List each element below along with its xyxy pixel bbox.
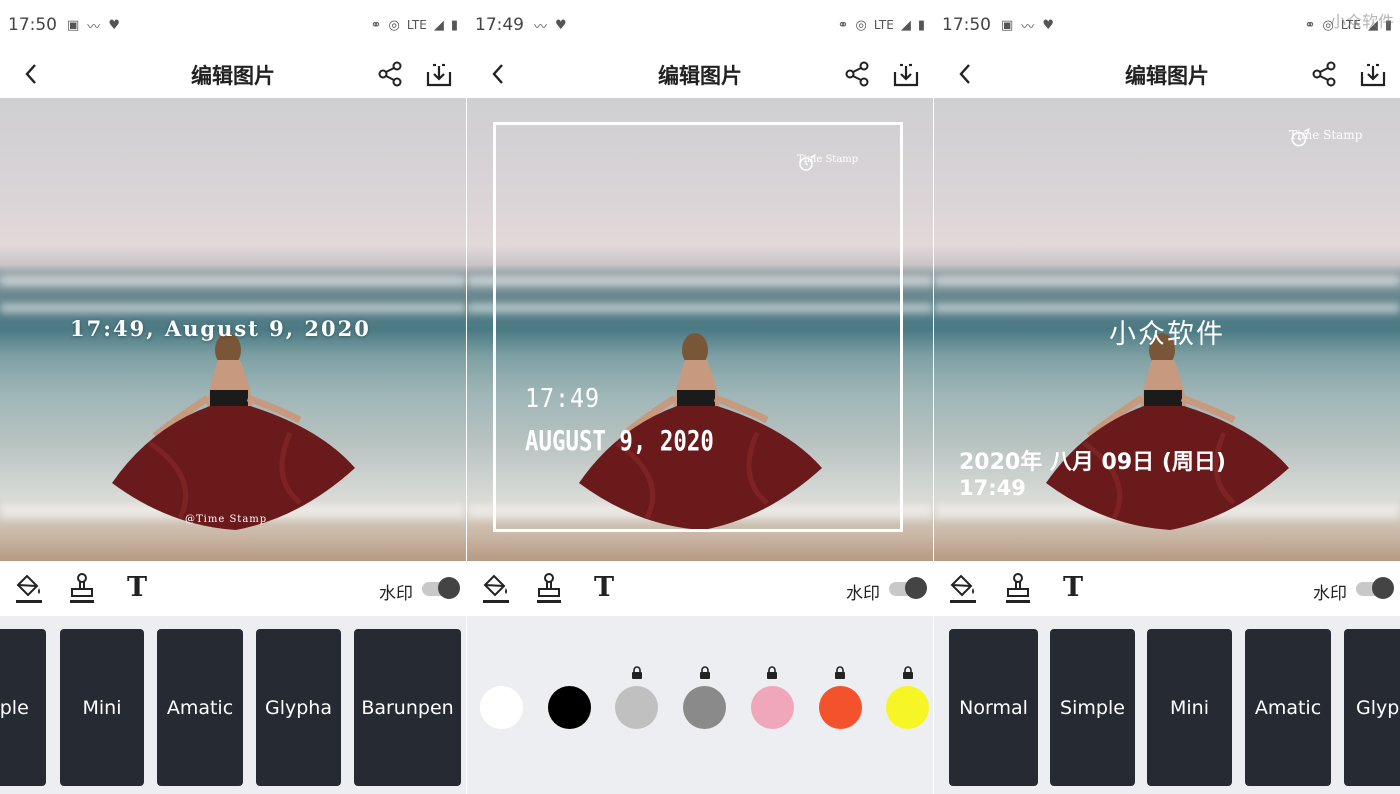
color-swatch[interactable] xyxy=(547,686,591,729)
watermark-toggle[interactable] xyxy=(1356,577,1394,599)
style-option[interactable]: Glypha xyxy=(256,629,341,786)
twitter-icon: ♥ xyxy=(108,17,120,33)
image-notification-icon: ▣ xyxy=(1001,17,1014,33)
style-option[interactable]: Simple xyxy=(1050,629,1135,786)
edit-toolbar: T 水印 xyxy=(934,561,1400,616)
download-icon[interactable] xyxy=(891,60,921,90)
link-icon: ⚭ xyxy=(370,17,382,33)
watermark-toggle[interactable] xyxy=(889,577,927,599)
clock-icon xyxy=(1291,128,1310,147)
stamp-icon[interactable] xyxy=(532,569,566,607)
watermark-label: 水印 xyxy=(379,584,413,604)
battery-icon: ▮ xyxy=(450,17,458,33)
share-icon[interactable] xyxy=(376,60,404,88)
app-bar: 编辑图片 xyxy=(467,50,933,98)
lock-icon xyxy=(835,666,845,679)
fill-bucket-icon[interactable] xyxy=(479,569,513,607)
color-swatch[interactable] xyxy=(683,686,727,729)
timestamp-time[interactable]: 17:49 xyxy=(959,476,1026,500)
share-icon[interactable] xyxy=(843,60,871,88)
status-time: 17:49 xyxy=(475,15,524,35)
status-bar: 17:50 ▣ 〰 ♥ ⚭ ◎ LTE ◢ ▮ xyxy=(0,0,466,50)
status-time: 17:50 xyxy=(942,15,991,35)
screen-panel-3: 17:50 ▣ 〰 ♥ ⚭ ◎ LTE ◢ ▮ 小众软件 编辑图片 Time S… xyxy=(934,0,1400,794)
status-time: 17:50 xyxy=(8,15,57,35)
timestamp-title[interactable]: 小众软件 xyxy=(934,312,1400,351)
color-swatch[interactable] xyxy=(615,686,659,729)
beach-photo: Time Stamp 小众软件 2020年 八月 09日 (周日) 17:49 xyxy=(934,98,1400,561)
style-option[interactable]: Mini xyxy=(1147,629,1232,786)
screen-panel-2: 17:49 〰 ♥ ⚭ ◎ LTE ◢ ▮ 编辑图片 Time Stamp 17… xyxy=(467,0,933,794)
corner-watermark: 小众软件 xyxy=(1329,12,1394,31)
lock-icon xyxy=(631,666,642,679)
color-swatch[interactable] xyxy=(480,686,523,729)
timestamp-text[interactable]: 17:49, August 9, 2020 xyxy=(70,316,371,341)
style-option[interactable]: Amatic xyxy=(157,629,243,786)
network-type: LTE xyxy=(406,18,427,32)
twitter-icon: ♥ xyxy=(1042,17,1054,33)
app-bar: 编辑图片 xyxy=(934,50,1400,98)
timestamp-logo: Time Stamp xyxy=(797,154,858,171)
stamp-icon[interactable] xyxy=(65,569,99,607)
watermark-toggle[interactable] xyxy=(422,577,460,599)
beach-photo: Time Stamp 17:49 AUGUST 9, 2020 xyxy=(467,98,933,561)
text-tool-icon[interactable]: T xyxy=(1056,569,1090,607)
clock-icon xyxy=(799,154,816,171)
status-bar: 17:49 〰 ♥ ⚭ ◎ LTE ◢ ▮ xyxy=(467,0,933,50)
color-swatch[interactable] xyxy=(818,686,862,729)
watermark-label: 水印 xyxy=(846,584,880,604)
color-swatch[interactable] xyxy=(886,686,930,729)
battery-icon: ▮ xyxy=(917,17,925,33)
fill-bucket-icon[interactable] xyxy=(12,569,46,607)
timestamp-date[interactable]: 2020年 八月 09日 (周日) xyxy=(959,444,1226,476)
stamp-frame xyxy=(493,122,903,532)
hotspot-icon: ◎ xyxy=(855,17,867,33)
timestamp-logo: Time Stamp xyxy=(1289,128,1362,147)
watermark-label: 水印 xyxy=(1313,584,1347,604)
app-bar: 编辑图片 xyxy=(0,50,466,98)
style-picker: mple Mini Amatic Glypha Barunpen xyxy=(0,616,466,794)
style-option[interactable]: Amatic xyxy=(1245,629,1331,786)
screen-panel-1: 17:50 ▣ 〰 ♥ ⚭ ◎ LTE ◢ ▮ 编辑图片 17:49, Augu… xyxy=(0,0,466,794)
style-option[interactable]: mple xyxy=(0,629,46,786)
watermark-text: @Time Stamp xyxy=(185,514,268,525)
share-icon[interactable] xyxy=(1310,60,1338,88)
text-tool-icon[interactable]: T xyxy=(120,569,154,607)
link-icon: ⚭ xyxy=(837,17,849,33)
style-option[interactable]: Mini xyxy=(60,629,144,786)
signal-icon: ◢ xyxy=(900,17,911,33)
style-option[interactable]: Glyph xyxy=(1344,629,1400,786)
text-tool-icon[interactable]: T xyxy=(587,569,621,607)
fill-bucket-icon[interactable] xyxy=(946,569,980,607)
color-swatch[interactable] xyxy=(750,686,794,729)
signal-icon: ◢ xyxy=(433,17,444,33)
bird-notification-icon: 〰 xyxy=(1021,19,1035,35)
lock-icon xyxy=(767,666,778,679)
hotspot-icon: ◎ xyxy=(388,17,400,33)
color-picker xyxy=(467,616,933,794)
bird-notification-icon: 〰 xyxy=(534,19,548,35)
beach-photo: 17:49, August 9, 2020 @Time Stamp xyxy=(0,98,466,561)
link-icon: ⚭ xyxy=(1304,17,1316,33)
style-option[interactable]: Barunpen xyxy=(354,629,461,786)
lock-icon xyxy=(699,666,710,679)
bird-notification-icon: 〰 xyxy=(87,19,101,35)
network-type: LTE xyxy=(873,18,894,32)
edit-toolbar: T 水印 xyxy=(467,561,933,616)
stamp-icon[interactable] xyxy=(1001,569,1035,607)
lock-icon xyxy=(902,666,913,679)
style-option[interactable]: Normal xyxy=(949,629,1038,786)
timestamp-date[interactable]: AUGUST 9, 2020 xyxy=(525,424,714,457)
timestamp-time[interactable]: 17:49 xyxy=(525,384,600,414)
image-notification-icon: ▣ xyxy=(67,17,80,33)
download-icon[interactable] xyxy=(424,60,454,90)
style-picker: Normal Simple Mini Amatic Glyph xyxy=(934,616,1400,794)
twitter-icon: ♥ xyxy=(555,17,567,33)
download-icon[interactable] xyxy=(1358,60,1388,90)
edit-toolbar: T 水印 xyxy=(0,561,466,616)
